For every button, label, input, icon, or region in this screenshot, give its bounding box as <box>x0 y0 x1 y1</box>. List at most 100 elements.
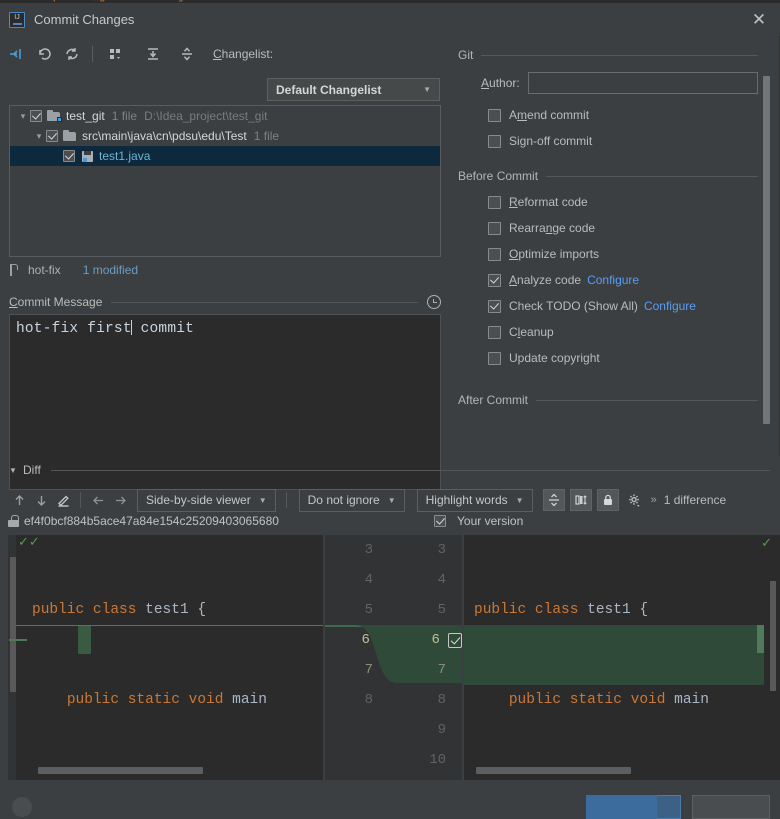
collapse-unchanged-icon[interactable] <box>542 489 565 511</box>
signoff-commit-checkbox[interactable]: Sign-off commit <box>458 128 758 154</box>
changed-files-tree[interactable]: ▾ test_git 1 file D:\Idea_project\test_g… <box>9 105 441 257</box>
check-todo-configure-link[interactable]: Configure <box>644 299 696 313</box>
options-scrollbar[interactable] <box>763 76 770 424</box>
revert-icon[interactable] <box>32 42 56 66</box>
pencil-icon[interactable] <box>52 489 74 511</box>
chevron-down-icon[interactable]: ▾ <box>32 131 46 142</box>
cancel-button[interactable] <box>692 795 770 819</box>
optimize-imports-checkbox[interactable]: Optimize imports <box>458 241 758 267</box>
arrow-down-icon[interactable] <box>30 489 52 511</box>
diff-titles-row: ef4f0bcf884b5ace47a84e154c25209403065680… <box>0 514 780 535</box>
lock-icon <box>8 515 19 527</box>
git-section-header: Git <box>458 48 758 62</box>
divider <box>536 399 758 401</box>
rearrange-code-checkbox[interactable]: Rearrange code <box>458 215 758 241</box>
chevron-down-icon: ▼ <box>423 85 431 94</box>
cleanup-label: Cleanup <box>509 325 554 339</box>
after-commit-section-header: After Commit <box>458 393 758 407</box>
divider <box>111 301 418 303</box>
help-icon[interactable] <box>12 797 32 817</box>
accept-change-checkbox[interactable] <box>447 632 462 648</box>
branch-status-bar: hot-fix 1 modified <box>9 262 138 278</box>
arrow-right-icon[interactable] <box>109 489 131 511</box>
optimize-imports-label: Optimize imports <box>509 247 600 261</box>
refresh-icon[interactable] <box>60 42 84 66</box>
diff-right-editor[interactable]: ✓ public class test1 { public static voi… <box>464 535 780 780</box>
diff-toolbar: Side-by-side viewer ▼ Do not ignore ▼ Hi… <box>0 485 780 515</box>
row-checkbox[interactable] <box>46 130 58 142</box>
added-token-highlight <box>757 625 764 653</box>
old-line-number: 8 <box>364 692 373 708</box>
commit-message-label: Commit Message <box>9 295 103 309</box>
your-version-checkbox[interactable] <box>434 515 446 527</box>
chevron-down-icon: ▼ <box>387 495 396 505</box>
new-line-number: 9 <box>437 722 446 738</box>
dialog-title: Commit Changes <box>34 12 135 27</box>
git-section-title: Git <box>458 48 474 62</box>
lock-icon[interactable] <box>596 489 619 511</box>
checkbox-box <box>488 325 501 339</box>
viewer-mode-dropdown[interactable]: Side-by-side viewer ▼ <box>137 488 276 512</box>
tree-node-meta: 1 file <box>111 109 138 123</box>
amend-commit-checkbox[interactable]: Amend commit <box>458 102 758 128</box>
analyze-code-checkbox[interactable]: Analyze code Configure <box>458 267 758 293</box>
divider <box>50 469 770 471</box>
tree-node-name: test1.java <box>99 149 151 163</box>
double-chevron-right-icon[interactable]: » <box>651 494 657 506</box>
reformat-code-label: Reformat code <box>509 195 588 209</box>
close-icon[interactable]: ✕ <box>748 8 770 30</box>
checkbox-box <box>488 247 501 261</box>
row-checkbox[interactable] <box>63 150 75 162</box>
reformat-code-checkbox[interactable]: Reformat code <box>458 189 758 215</box>
check-todo-checkbox[interactable]: Check TODO (Show All) Configure <box>458 293 758 319</box>
commit-message-text: hot-fix first commit <box>10 315 440 343</box>
commit-options-pane: Git Author: Amend commit Sign-off commit… <box>445 36 780 456</box>
update-copyright-checkbox[interactable]: Update copyright <box>458 345 758 371</box>
show-diff-icon[interactable] <box>4 42 28 66</box>
row-checkbox[interactable] <box>30 110 42 122</box>
show-whitespace-icon[interactable] <box>569 489 592 511</box>
highlight-mode-dropdown[interactable]: Highlight words ▼ <box>416 488 533 512</box>
right-editor-hscrollbar[interactable] <box>476 767 631 774</box>
author-field[interactable] <box>527 72 758 94</box>
table-row[interactable]: ▾ src\main\java\cn\pdsu\edu\Test 1 file <box>10 126 440 146</box>
checkbox-box <box>488 351 501 365</box>
line-number-row: 10 <box>325 745 462 775</box>
rearrange-code-label: Rearrange code <box>509 221 596 235</box>
analyze-code-configure-link[interactable]: Configure <box>587 273 639 287</box>
new-line-number: 10 <box>429 752 446 768</box>
tree-node-name: src\main\java\cn\pdsu\edu\Test <box>82 129 247 143</box>
toolbar-separator <box>285 492 287 508</box>
modified-count[interactable]: 1 modified <box>83 263 138 277</box>
code-line: public class test1 { <box>32 602 207 618</box>
changelist-dropdown[interactable]: Default Changelist ▼ <box>267 78 440 101</box>
arrow-up-icon[interactable] <box>8 489 30 511</box>
tree-node-name: test_git <box>66 109 105 123</box>
left-editor-hscrollbar[interactable] <box>38 767 203 774</box>
tree-node-meta: 1 file <box>253 129 280 143</box>
old-line-number: 5 <box>364 602 373 618</box>
table-row[interactable]: test1.java <box>10 146 440 166</box>
diff-left-editor[interactable]: ✓✓ public class test1 { public static vo… <box>8 535 323 780</box>
checkbox-box <box>488 221 501 235</box>
commit-button-main[interactable] <box>586 795 657 819</box>
new-line-number: 4 <box>437 572 446 588</box>
new-line-number: 3 <box>437 542 446 558</box>
cleanup-checkbox[interactable]: Cleanup <box>458 319 758 345</box>
author-label: Author: <box>481 76 520 90</box>
ignore-mode-dropdown[interactable]: Do not ignore ▼ <box>298 488 405 512</box>
history-clock-icon[interactable] <box>427 295 441 309</box>
triangle-down-icon[interactable]: ▼ <box>9 466 21 475</box>
old-line-number: 6 <box>361 632 370 648</box>
chevron-down-icon[interactable]: ▾ <box>16 111 30 122</box>
checkbox-box <box>488 273 501 287</box>
group-by-icon[interactable] <box>103 42 127 66</box>
toolbar-separator <box>92 46 93 62</box>
table-row[interactable]: ▾ test_git 1 file D:\Idea_project\test_g… <box>10 106 440 126</box>
changelist-selected-value: Default Changelist <box>276 82 382 97</box>
collapse-all-icon[interactable] <box>175 42 199 66</box>
gear-icon[interactable] <box>624 489 646 511</box>
expand-all-icon[interactable] <box>141 42 165 66</box>
chevron-down-icon: ▼ <box>515 495 524 505</box>
arrow-left-icon[interactable] <box>87 489 109 511</box>
